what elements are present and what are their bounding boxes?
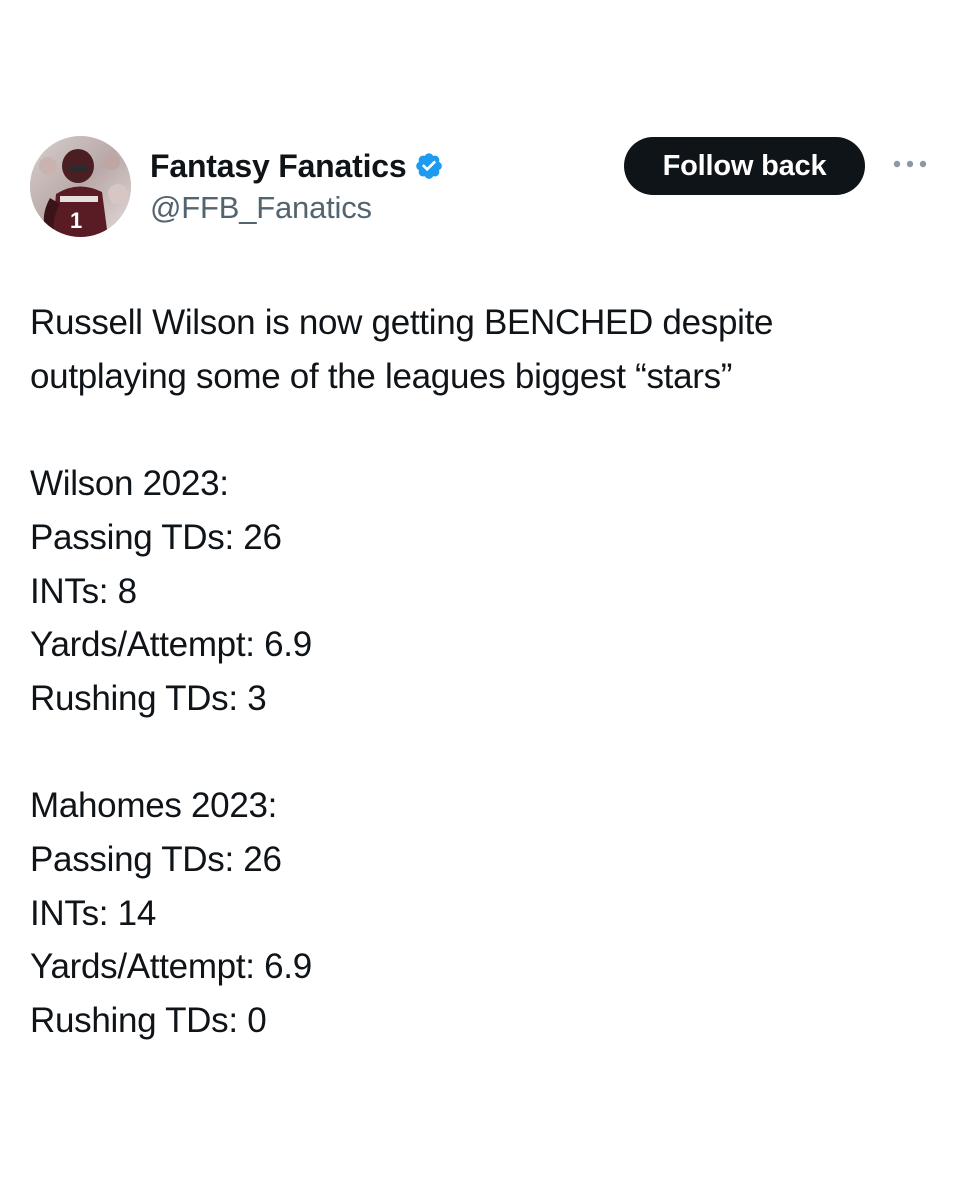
mahomes-stat-rushing-tds: Rushing TDs: 0 <box>30 1001 267 1041</box>
wilson-stat-ints: INTs: 8 <box>30 571 137 611</box>
tweet-text: Russell Wilson is now getting BENCHED de… <box>30 296 930 1048</box>
wilson-heading: Wilson 2023: <box>30 464 229 504</box>
wilson-stat-passing-tds: Passing TDs: 26 <box>30 517 282 557</box>
display-name[interactable]: Fantasy Fanatics <box>150 148 407 185</box>
wilson-stat-yards-attempt: Yards/Attempt: 6.9 <box>30 625 312 665</box>
avatar[interactable]: 1 <box>30 136 131 237</box>
tweet-card: 1 Fantasy Fanatics @FFB_Fanatics Follow … <box>0 0 959 1200</box>
author-names: Fantasy Fanatics @FFB_Fanatics <box>150 144 444 226</box>
avatar-image: 1 <box>30 136 131 237</box>
mahomes-stat-yards-attempt: Yards/Attempt: 6.9 <box>30 947 312 987</box>
verified-badge-icon <box>414 151 444 181</box>
mahomes-stat-ints: INTs: 14 <box>30 893 156 933</box>
tweet-intro-line: outplaying some of the leagues biggest “… <box>30 356 733 396</box>
mahomes-stat-passing-tds: Passing TDs: 26 <box>30 840 282 879</box>
wilson-stat-rushing-tds: Rushing TDs: 3 <box>30 678 267 718</box>
svg-text:1: 1 <box>70 208 82 233</box>
mahomes-heading: Mahomes 2023: <box>30 786 278 826</box>
follow-back-button[interactable]: Follow back <box>624 137 865 195</box>
display-name-row: Fantasy Fanatics <box>150 144 444 188</box>
tweet-intro-line: Russell Wilson is now getting BENCHED de… <box>30 303 774 342</box>
tweet-header: 1 Fantasy Fanatics @FFB_Fanatics Follow … <box>30 136 930 240</box>
more-horizontal-icon[interactable] <box>890 152 930 176</box>
author-handle[interactable]: @FFB_Fanatics <box>150 190 444 226</box>
